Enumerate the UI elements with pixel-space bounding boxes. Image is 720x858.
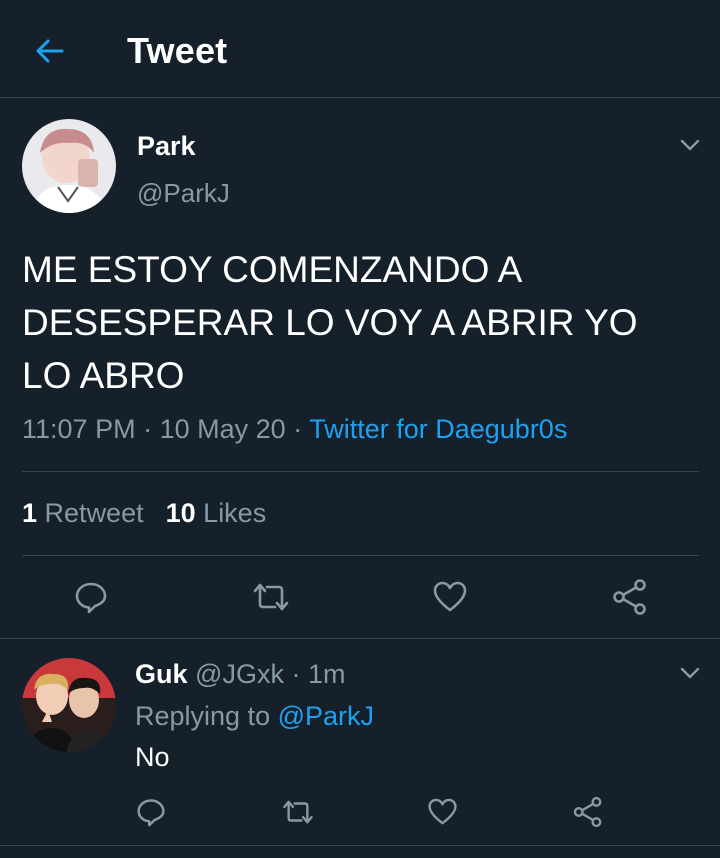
reply-text: No [135, 742, 170, 772]
top-bar: Tweet [0, 0, 720, 98]
tweet-source-link[interactable]: Twitter for Daegubr0s [309, 414, 567, 444]
like-heart-icon[interactable] [432, 580, 468, 619]
retweet-count: 1 [22, 498, 38, 528]
like-count: 10 [165, 498, 196, 528]
tweet-stats: 1 Retweet 10 Likes [22, 498, 266, 529]
reply-header: Guk @JGxk · 1m [135, 659, 346, 690]
meta-separator: · [291, 659, 301, 689]
author-avatar[interactable] [22, 119, 116, 213]
reply-author-handle[interactable]: @JGxk [195, 659, 284, 689]
divider [22, 555, 699, 556]
share-icon[interactable] [611, 578, 649, 621]
reply-age: 1m [307, 659, 346, 689]
share-icon[interactable] [572, 796, 604, 833]
meta-separator: · [143, 414, 153, 444]
retweet-label: Retweet [44, 498, 144, 528]
replying-to-line: Replying to @ParkJ [135, 701, 374, 732]
author-name[interactable]: Park [137, 131, 196, 162]
author-handle[interactable]: @ParkJ [137, 178, 230, 209]
divider [0, 638, 720, 639]
replying-to-label: Replying to [135, 701, 271, 731]
replying-to-mention[interactable]: @ParkJ [278, 701, 374, 731]
page-title: Tweet [127, 30, 228, 71]
retweets-stat[interactable]: 1 Retweet [22, 498, 144, 528]
like-label: Likes [203, 498, 267, 528]
divider [22, 471, 699, 472]
tweet-text: ME ESTOY COMENZANDO A DESESPERAR LO VOY … [22, 249, 638, 396]
reply-icon[interactable] [136, 797, 166, 832]
retweet-icon[interactable] [281, 797, 315, 832]
divider [0, 845, 720, 846]
back-arrow-icon[interactable] [32, 33, 68, 69]
likes-stat[interactable]: 10 Likes [166, 498, 267, 528]
meta-separator: · [293, 414, 303, 444]
retweet-icon[interactable] [251, 580, 291, 619]
tweet-time: 11:07 PM [22, 414, 136, 444]
tweet-meta: 11:07 PM · 10 May 20 · Twitter for Daegu… [22, 414, 567, 445]
reply-icon[interactable] [74, 580, 108, 619]
reply-author-name[interactable]: Guk [135, 659, 188, 689]
tweet-date: 10 May 20 [159, 414, 286, 444]
like-heart-icon[interactable] [427, 797, 458, 832]
chevron-down-icon[interactable] [678, 661, 702, 685]
reply-author-avatar[interactable] [22, 658, 116, 752]
chevron-down-icon[interactable] [678, 133, 702, 157]
